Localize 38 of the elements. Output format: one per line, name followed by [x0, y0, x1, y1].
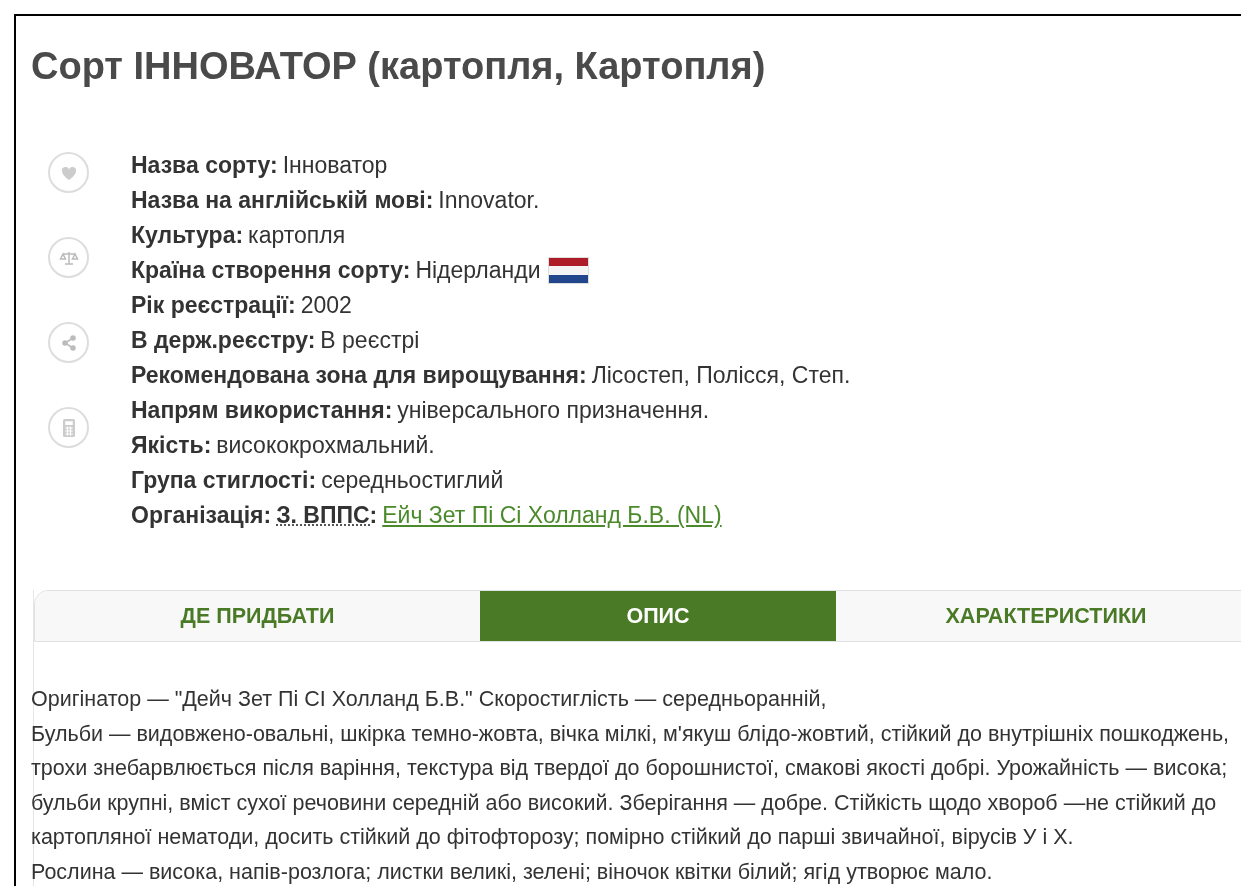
field-value: Лісостеп, Полісся, Степ.: [591, 361, 851, 391]
description-text: бульби крупні, вміст сухої речовини середній або високий. Зберігання — добре. Стійкість щодо хвороб —не стійкий до: [31, 789, 1218, 817]
field-value: картопля: [248, 221, 346, 251]
colon: :: [369, 501, 378, 531]
organization-link[interactable]: Ейч Зет Пі Сі Холланд Б.В. (NL): [382, 498, 722, 533]
field-value: універсального призначення.: [397, 396, 710, 426]
field-value: висококрохмальний.: [216, 431, 435, 461]
field-label: Якість:: [131, 431, 212, 461]
field-value: Нідерланди: [415, 256, 541, 286]
field-label: Рік реєстрації:: [131, 291, 296, 321]
field-value: Інноватор: [282, 151, 388, 181]
abbreviation: З. ВППС: [276, 505, 370, 526]
field-value: 2002: [300, 291, 352, 321]
share-button[interactable]: [48, 322, 89, 363]
field-label: Організація:: [131, 501, 272, 531]
description-text: трохи знебарвлюється після варіння, текстура від твердої до борошнистої, смакові якості добрі. Урожайність — висока;: [31, 755, 1229, 782]
field-value: середньостиглий: [321, 466, 504, 496]
calculator-button[interactable]: [48, 407, 89, 448]
field-value: В реєстрі: [320, 326, 420, 356]
calculator-icon: [62, 418, 75, 437]
description-text: Бульби — видовжено-овальні, шкірка темно-жовта, вічка мілкі, м'якуш блідо-жовтий, стійкий до внутрішніх пошкоджень,: [31, 720, 1231, 748]
field-label: Напрям використання:: [131, 396, 393, 426]
field-label: Рекомендована зона для вирощування:: [131, 361, 587, 391]
field-label: Країна створення сорту:: [131, 256, 411, 286]
description-text: картопляної нематоди, досить стійкий до фітофторозу; помірно стійкий до парші звичайної, вірусів У і Х.: [31, 824, 1075, 851]
page-title: Сорт ІННОВАТОР (картопля, Картопля): [31, 44, 767, 88]
description-text: Рослина — висока, напів-розлога; листки великі, зелені; віночок квітки білий; ягід утворює мало.: [31, 858, 994, 886]
field-label: В держ.реєстру:: [131, 326, 316, 356]
field-label: Група стиглості:: [131, 466, 317, 496]
tab[interactable]: ОПИС: [480, 591, 836, 641]
flag-icon: [547, 257, 589, 284]
field-label: Назва на англійській мові:: [131, 186, 434, 216]
field-value: Innovator.: [438, 186, 540, 216]
heart-button[interactable]: [48, 152, 89, 193]
field-label: Культура:: [131, 221, 244, 251]
field-label: Назва сорту:: [131, 151, 278, 181]
scales-button[interactable]: [48, 237, 89, 278]
description-text: Оригінатор — "Дейч Зет Пі СІ Холланд Б.В." Скоростиглість — середньоранній,: [31, 686, 828, 713]
